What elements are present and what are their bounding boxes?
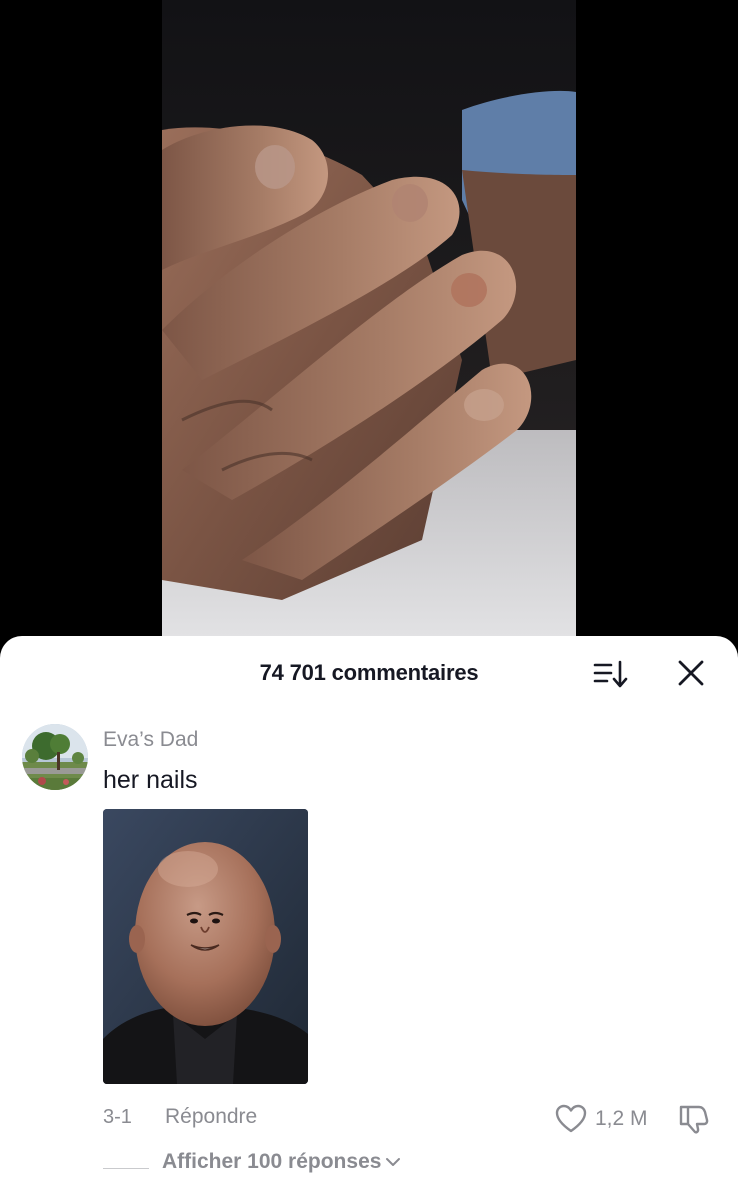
comments-sheet: 74 701 commentaires Eva’s Dad her nails … xyxy=(0,636,738,1200)
comment-text: her nails xyxy=(103,766,198,794)
chevron-down-icon xyxy=(386,1158,401,1167)
comment-actions: 3-1 Répondre 1,2 M xyxy=(103,1103,723,1137)
avatar-image xyxy=(22,724,88,790)
like-button[interactable]: 1,2 M xyxy=(555,1103,648,1135)
dislike-button[interactable] xyxy=(677,1103,711,1135)
view-replies-label: Afficher 100 réponses xyxy=(162,1150,382,1173)
close-button[interactable] xyxy=(676,658,706,688)
like-count: 1,2 M xyxy=(595,1107,648,1130)
comment-username[interactable]: Eva’s Dad xyxy=(103,728,198,752)
heart-icon xyxy=(555,1104,587,1133)
bald-man-meme-image xyxy=(103,809,308,1084)
sort-icon xyxy=(593,660,628,688)
view-replies-button[interactable]: Afficher 100 réponses xyxy=(162,1150,401,1174)
dislike-icon xyxy=(679,1105,709,1134)
comment-date: 3-1 xyxy=(103,1106,132,1128)
video-frame[interactable] xyxy=(162,0,576,660)
replies-divider xyxy=(103,1168,149,1169)
reply-button[interactable]: Répondre xyxy=(165,1105,257,1129)
close-icon xyxy=(678,660,704,686)
avatar[interactable] xyxy=(22,724,88,790)
sort-button[interactable] xyxy=(592,658,628,690)
comment-attached-image[interactable] xyxy=(103,809,308,1084)
video-player[interactable] xyxy=(0,0,738,660)
hand-video-frame xyxy=(162,0,576,660)
